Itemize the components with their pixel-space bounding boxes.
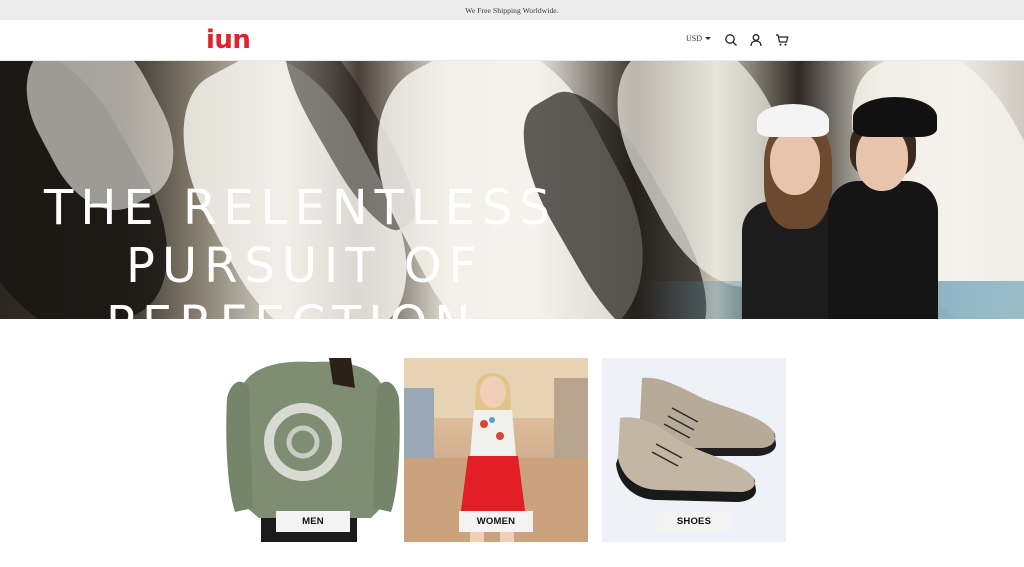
announcement-bar: We Free Shipping Worldwide. (0, 0, 1024, 20)
chevron-down-icon (705, 37, 712, 40)
category-grid: MEN WOMEN SHOES (221, 358, 787, 543)
category-label-shoes: SHOES (657, 511, 731, 532)
category-card-men[interactable]: MEN (221, 358, 405, 542)
category-card-shoes[interactable]: SHOES (602, 358, 786, 542)
hero-line-1: THE RELENTLESS (44, 180, 557, 236)
currency-label: USD (686, 34, 703, 43)
model-woman-face (770, 131, 820, 195)
announcement-text: We Free Shipping Worldwide. (465, 5, 559, 15)
model-man-jacket (828, 181, 938, 319)
site-header: iun USD (0, 20, 1024, 61)
logo[interactable]: iun (206, 25, 251, 55)
category-card-women[interactable]: WOMEN (404, 358, 588, 542)
currency-selector[interactable]: USD (686, 34, 712, 43)
account-icon[interactable] (749, 33, 763, 47)
category-label-men: MEN (276, 511, 350, 532)
hero-headline: THE RELENTLESS PURSUIT OF PERFECTION (44, 179, 644, 319)
hero-line-3: PERFECTION (44, 295, 644, 319)
category-label-women: WOMEN (459, 511, 533, 532)
hero-banner[interactable]: THE RELENTLESS PURSUIT OF PERFECTION (0, 61, 1024, 319)
hero-line-2: PURSUIT OF (126, 238, 484, 294)
cart-icon[interactable] (775, 33, 789, 47)
model-man-cap (853, 97, 937, 137)
search-icon[interactable] (724, 33, 738, 47)
model-woman-cap (757, 104, 829, 137)
